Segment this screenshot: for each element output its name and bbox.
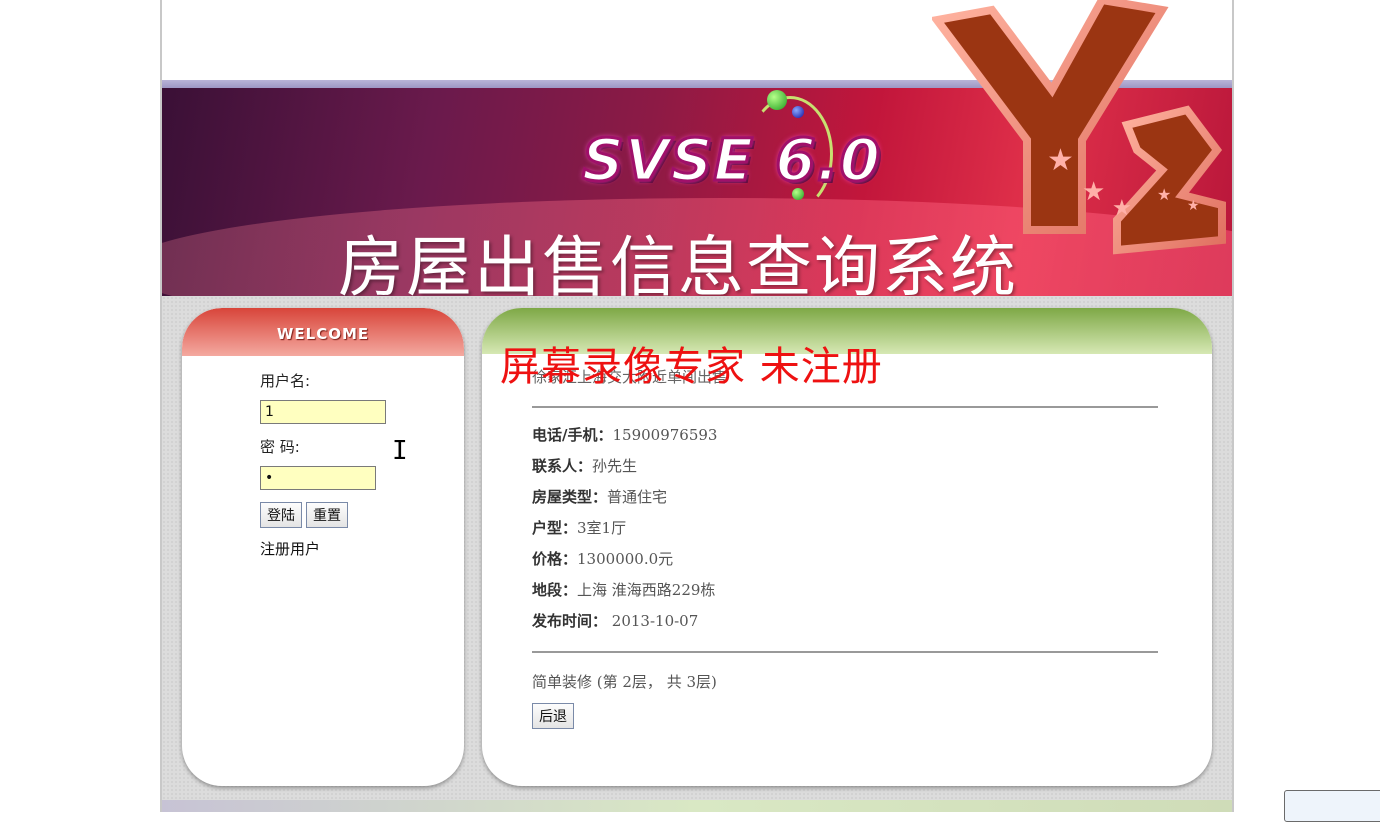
login-form: 用户名: 密 码: 登陆 重置 注册用户 <box>260 370 386 559</box>
detail-label: 发布时间： <box>532 612 608 630</box>
detail-value: 孙先生 <box>592 457 638 475</box>
detail-row: 户型：3室1厅 <box>532 517 1158 548</box>
detail-label: 价格： <box>532 550 578 568</box>
login-button-row: 登陆 重置 <box>260 502 386 528</box>
detail-row: 联系人：孙先生 <box>532 455 1158 486</box>
svg-text:★: ★ <box>1112 196 1132 221</box>
y2-logo-icon: ★ ★ ★ ★ ★ ★ <box>932 0 1226 255</box>
footer-bar <box>162 800 1232 812</box>
divider <box>532 406 1158 408</box>
detail-row: 价格：1300000.0元 <box>532 548 1158 579</box>
detail-label: 房屋类型： <box>532 488 608 506</box>
svg-text:★: ★ <box>1082 177 1105 207</box>
login-panel: WELCOME 用户名: 密 码: 登陆 重置 注册用户 <box>182 308 464 786</box>
detail-label: 电话/手机： <box>532 426 613 444</box>
detail-row: 房屋类型：普通住宅 <box>532 486 1158 517</box>
detail-value: 普通住宅 <box>607 488 668 506</box>
detail-label: 联系人： <box>532 457 593 475</box>
svg-text:★: ★ <box>1157 185 1171 204</box>
detail-row: 地段：上海 淮海西路229栋 <box>532 579 1158 610</box>
username-input[interactable] <box>260 400 386 424</box>
detail-value: 15900976593 <box>612 426 718 444</box>
detail-label: 地段： <box>532 581 578 599</box>
site-title: 房屋出售信息查询系统 <box>338 229 1018 296</box>
text-cursor-icon: I <box>392 436 408 466</box>
login-button[interactable]: 登陆 <box>260 502 302 528</box>
taskbar-corner <box>1284 790 1380 822</box>
detail-row: 电话/手机：15900976593 <box>532 424 1158 455</box>
back-button[interactable]: 后退 <box>532 703 574 729</box>
detail-value: 3室1厅 <box>577 519 627 537</box>
page-container: SVSE 6.0 房屋出售信息查询系统 ★ ★ ★ ★ ★ ★ WELCOME … <box>160 0 1234 812</box>
svg-text:★: ★ <box>1187 198 1200 214</box>
detail-value: 1300000.0元 <box>577 550 674 568</box>
green-ball-icon <box>767 90 787 110</box>
detail-label: 户型： <box>532 519 578 537</box>
divider <box>532 651 1158 653</box>
svse-logo-text: SVSE 6.0 <box>581 125 882 196</box>
reset-button[interactable]: 重置 <box>306 502 348 528</box>
blue-ball-icon <box>792 106 804 118</box>
password-label: 密 码: <box>260 438 300 456</box>
detail-row: 发布时间： 2013-10-07 <box>532 610 1158 641</box>
detail-value: 2013-10-07 <box>607 612 699 630</box>
detail-value: 上海 淮海西路229栋 <box>577 581 716 599</box>
username-label: 用户名: <box>260 372 311 390</box>
svg-text:★: ★ <box>1047 143 1074 178</box>
password-input[interactable] <box>260 466 376 490</box>
detail-content: 徐家汇上海交大附近单间出售 电话/手机：15900976593 联系人：孙先生 … <box>532 366 1158 729</box>
login-header: WELCOME <box>182 308 464 356</box>
register-link[interactable]: 注册用户 <box>260 538 386 559</box>
listing-description: 简单装修 (第 2层， 共 3层) <box>532 673 717 691</box>
recorder-watermark: 屏幕录像专家 未注册 <box>500 344 883 390</box>
